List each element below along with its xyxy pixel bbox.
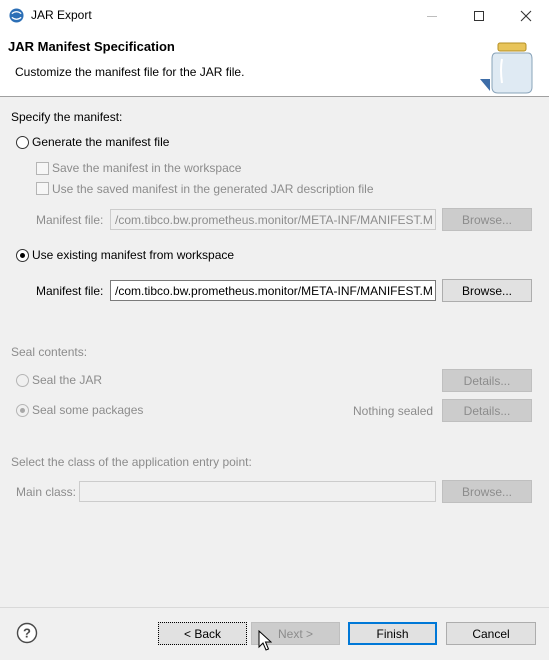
window-title: JAR Export bbox=[31, 8, 92, 22]
use-saved-manifest-checkbox[interactable] bbox=[36, 182, 49, 195]
finish-button[interactable]: Finish bbox=[348, 622, 437, 645]
seal-section-label: Seal contents: bbox=[11, 345, 88, 359]
eclipse-app-icon bbox=[9, 8, 24, 23]
use-existing-manifest-label[interactable]: Use existing manifest from workspace bbox=[32, 248, 234, 262]
main-class-browse-button[interactable]: Browse... bbox=[442, 480, 532, 503]
minimize-icon bbox=[427, 15, 437, 17]
back-button[interactable]: < Back bbox=[158, 622, 247, 645]
footer-separator bbox=[0, 607, 549, 608]
save-manifest-checkbox[interactable] bbox=[36, 162, 49, 175]
generated-manifest-file-label: Manifest file: bbox=[36, 213, 104, 227]
page-description: Customize the manifest file for the JAR … bbox=[15, 65, 245, 79]
generate-manifest-label[interactable]: Generate the manifest file bbox=[32, 135, 169, 149]
seal-packages-label: Seal some packages bbox=[32, 403, 144, 417]
main-class-label: Main class: bbox=[16, 485, 77, 499]
seal-jar-radio[interactable] bbox=[16, 374, 29, 387]
generated-manifest-file-input[interactable]: /com.tibco.bw.prometheus.monitor/META-IN… bbox=[110, 209, 436, 230]
cancel-button[interactable]: Cancel bbox=[446, 622, 536, 645]
existing-manifest-file-label: Manifest file: bbox=[36, 284, 104, 298]
existing-manifest-file-input[interactable]: /com.tibco.bw.prometheus.monitor/META-IN… bbox=[110, 280, 436, 301]
entry-section-label: Select the class of the application entr… bbox=[11, 455, 252, 469]
close-icon bbox=[520, 10, 532, 21]
title-bar: JAR Export bbox=[0, 0, 549, 31]
maximize-button[interactable] bbox=[456, 0, 502, 31]
seal-packages-radio[interactable] bbox=[16, 404, 29, 417]
seal-jar-details-button[interactable]: Details... bbox=[442, 369, 532, 392]
mouse-cursor-icon bbox=[258, 630, 272, 651]
seal-packages-details-button[interactable]: Details... bbox=[442, 399, 532, 422]
use-existing-manifest-radio[interactable] bbox=[16, 249, 29, 262]
svg-text:?: ? bbox=[23, 626, 31, 641]
maximize-icon bbox=[474, 10, 484, 21]
existing-manifest-browse-button[interactable]: Browse... bbox=[442, 279, 532, 302]
generated-manifest-browse-button[interactable]: Browse... bbox=[442, 208, 532, 231]
jar-icon bbox=[480, 42, 533, 94]
use-saved-manifest-label: Use the saved manifest in the generated … bbox=[52, 182, 374, 196]
close-button[interactable] bbox=[503, 0, 549, 31]
nothing-sealed-status: Nothing sealed bbox=[353, 404, 434, 418]
manifest-section-label: Specify the manifest: bbox=[11, 110, 123, 124]
help-icon[interactable]: ? bbox=[16, 622, 38, 644]
generate-manifest-radio[interactable] bbox=[16, 136, 29, 149]
wizard-header: JAR Manifest Specification Customize the… bbox=[0, 31, 549, 97]
minimize-button[interactable] bbox=[409, 0, 455, 31]
save-manifest-label: Save the manifest in the workspace bbox=[52, 161, 242, 175]
seal-jar-label: Seal the JAR bbox=[32, 373, 103, 387]
main-class-input[interactable] bbox=[79, 481, 436, 502]
page-title: JAR Manifest Specification bbox=[8, 39, 175, 54]
